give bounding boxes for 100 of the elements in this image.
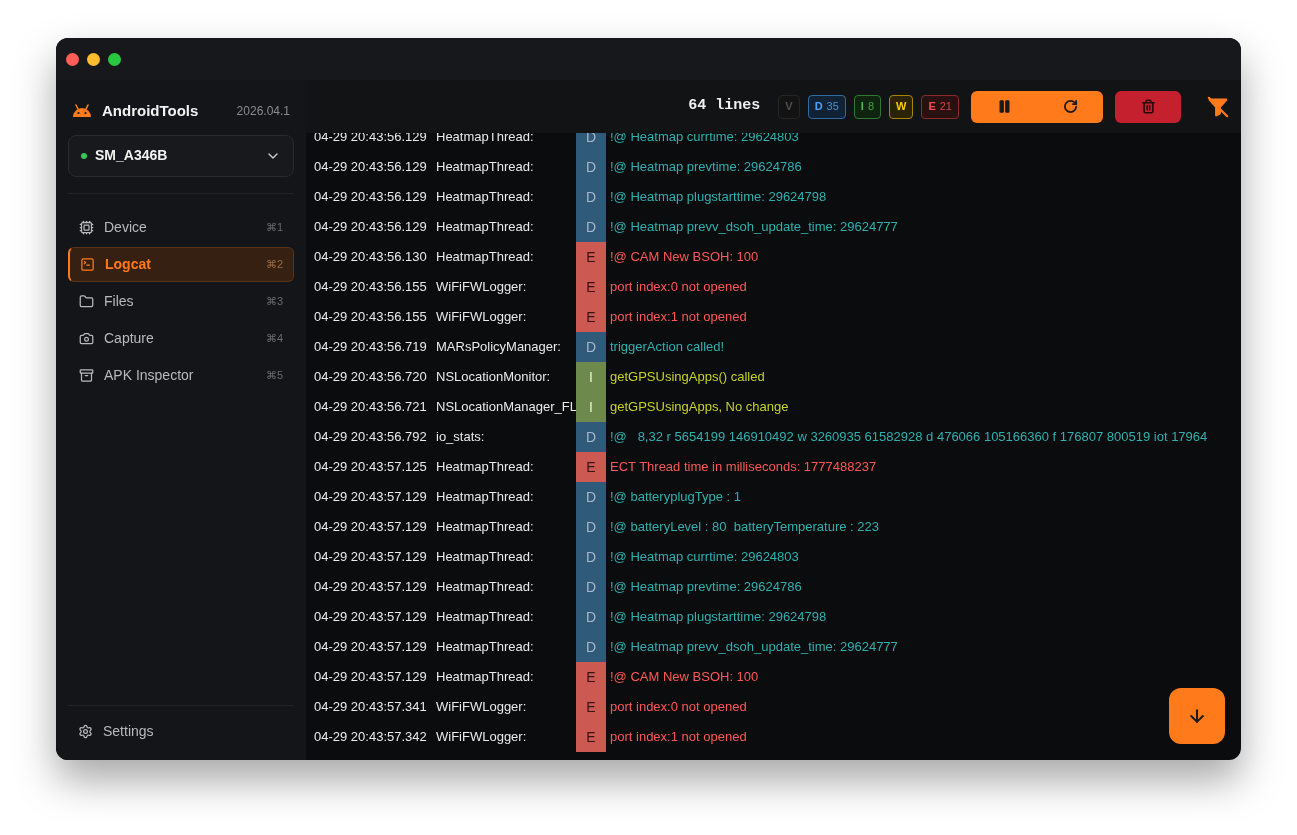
folder-icon [79, 293, 94, 309]
filter-off-icon[interactable] [1207, 95, 1229, 118]
log-level-badge: D [576, 482, 606, 512]
log-message: !@ batteryLevel : 80 batteryTemperature : 223 [609, 518, 879, 537]
log-message: triggerAction called! [609, 338, 725, 357]
settings-item[interactable]: Settings [68, 716, 164, 746]
clear-button[interactable] [1115, 90, 1181, 123]
log-time: 04-29 20:43:56.155 [313, 308, 428, 327]
log-time: 04-29 20:43:56.129 [313, 218, 428, 237]
pause-icon [996, 99, 1012, 114]
log-message: !@ Heatmap prevtime: 29624786 [609, 578, 802, 597]
log-message: !@ Heatmap plugstarttime: 29624798 [609, 608, 827, 627]
log-level-badge: D [576, 512, 606, 542]
log-level-badge: E [576, 722, 606, 752]
log-level-badge: I [576, 362, 606, 392]
level-filter-chip[interactable]: I 8 [853, 94, 881, 119]
log-tag: MARsPolicyManager: [436, 332, 576, 362]
arrow-down-icon [1187, 706, 1207, 726]
settings-icon [78, 723, 93, 739]
trash-icon [1140, 99, 1156, 114]
sidebar-item[interactable]: Device ⌘1 [68, 209, 294, 245]
log-tag: WiFiFWLogger: [436, 722, 576, 752]
log-level-badge: E [576, 452, 606, 482]
device-selector[interactable]: SM_A346B [68, 134, 294, 177]
log-tag: NSLocationMonitor: [436, 362, 576, 392]
log-message: !@ Heatmap plugstarttime: 29624798 [609, 188, 827, 207]
shortcut-label: ⌘4 [265, 330, 283, 346]
log-time: 04-29 20:43:56.155 [313, 278, 428, 297]
log-time: 04-29 20:43:57.341 [313, 698, 428, 717]
app-name: AndroidTools [102, 101, 199, 121]
log-message: port index:1 not opened [609, 308, 747, 327]
log-level-badge: I [576, 392, 606, 422]
log-level-badge: D [576, 152, 606, 182]
log-level-badge: D [576, 632, 606, 662]
log-tag: HeatmapThread: [436, 212, 576, 242]
log-tag: HeatmapThread: [436, 452, 576, 482]
log-time: 04-29 20:43:56.129 [313, 188, 428, 207]
log-time: 04-29 20:43:56.129 [313, 158, 428, 177]
close-window-button[interactable] [66, 52, 79, 66]
android-icon [72, 104, 92, 119]
log-time: 04-29 20:43:56.719 [313, 338, 428, 357]
log-message: !@ Heatmap prevtime: 29624786 [609, 158, 802, 177]
sidebar-item[interactable]: Files ⌘3 [68, 283, 294, 319]
log-tag: HeatmapThread: [436, 242, 576, 272]
log-message: !@ Heatmap currtime: 29624803 [609, 548, 799, 567]
log-tag: HeatmapThread: [436, 662, 576, 692]
log-time: 04-29 20:43:57.342 [313, 728, 428, 747]
refresh-icon [1062, 99, 1078, 114]
log-tag: NSLocationManager_FL [436, 392, 576, 422]
sidebar-item[interactable]: APK Inspector ⌘5 [68, 357, 294, 393]
log-tag: HeatmapThread: [436, 482, 576, 512]
log-time: 04-29 20:43:57.125 [313, 458, 428, 477]
log-message: !@ CAM New BSOH: 100 [609, 248, 759, 267]
shortcut-label: ⌘1 [265, 219, 283, 235]
log-message: port index:0 not opened [609, 278, 747, 297]
shortcut-label: ⌘3 [265, 293, 283, 309]
log-time: 04-29 20:43:57.129 [313, 518, 428, 537]
chip-icon [79, 219, 94, 235]
log-message: getGPSUsingApps, No change [609, 398, 789, 417]
log-level-badge: D [576, 332, 606, 362]
log-level-badge: E [576, 272, 606, 302]
log-level-badge: D [576, 422, 606, 452]
log-time: 04-29 20:43:56.129 [313, 133, 428, 147]
line-count: 64 lines [688, 96, 761, 117]
camera-icon [79, 330, 94, 346]
log-tag: HeatmapThread: [436, 602, 576, 632]
scroll-to-bottom-button[interactable] [1169, 688, 1225, 744]
log-level-badge: D [576, 572, 606, 602]
log-message: !@ Heatmap prevv_dsoh_update_time: 29624777 [609, 218, 898, 237]
log-time: 04-29 20:43:57.129 [313, 548, 428, 567]
sidebar-item[interactable]: Capture ⌘4 [68, 320, 294, 356]
log-tag: HeatmapThread: [436, 542, 576, 572]
zoom-window-button[interactable] [108, 52, 121, 66]
log-level-badge: E [576, 302, 606, 332]
log-message: !@ Heatmap prevv_dsoh_update_time: 29624777 [609, 638, 898, 657]
sidebar-item[interactable]: Logcat ⌘2 [68, 246, 294, 282]
app-version: 2026.04.1 [236, 103, 290, 121]
log-message: port index:0 not opened [609, 698, 747, 717]
shortcut-label: ⌘5 [265, 367, 283, 383]
log-message: ECT Thread time in milliseconds: 1777488237 [609, 458, 877, 477]
level-filter-chip[interactable]: D 35 [807, 94, 846, 119]
log-level-badge: D [576, 602, 606, 632]
level-filter-chip[interactable]: W [889, 94, 914, 119]
log-level-badge: E [576, 662, 606, 692]
log-level-badge: D [576, 212, 606, 242]
log-message: !@ batteryplugType : 1 [609, 488, 741, 507]
level-filter-chip[interactable]: E 21 [921, 94, 959, 119]
log-tag: HeatmapThread: [436, 512, 576, 542]
log-time: 04-29 20:43:56.721 [313, 398, 428, 417]
log-level-badge: D [576, 542, 606, 572]
log-time: 04-29 20:43:57.129 [313, 638, 428, 657]
log-tag: HeatmapThread: [436, 572, 576, 602]
log-time: 04-29 20:43:57.129 [313, 488, 428, 507]
log-time: 04-29 20:43:56.720 [313, 368, 428, 387]
minimize-window-button[interactable] [87, 52, 100, 66]
shortcut-label: ⌘2 [265, 256, 283, 272]
log-message: !@ CAM New BSOH: 100 [609, 668, 759, 687]
log-time: 04-29 20:43:56.792 [313, 428, 428, 447]
log-tag: HeatmapThread: [436, 182, 576, 212]
log-tag: HeatmapThread: [436, 632, 576, 662]
